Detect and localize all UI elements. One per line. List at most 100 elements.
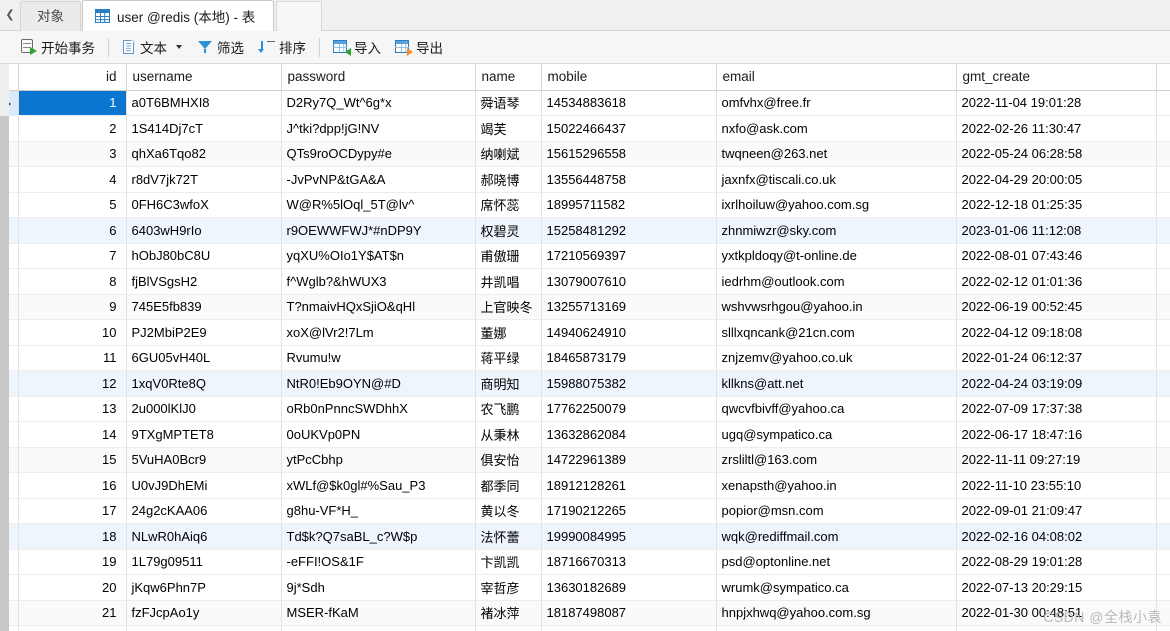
- column-header-gmt-create[interactable]: gmt_create: [956, 64, 1157, 91]
- filter-button[interactable]: 筛选: [190, 35, 251, 59]
- cell-password[interactable]: xoX@lVr2!7Lm: [281, 319, 476, 346]
- cell-email[interactable]: zrsliltl@163.com: [716, 447, 957, 473]
- cell-id[interactable]: 6: [18, 217, 127, 244]
- cell-password[interactable]: ytPcCbhp: [281, 447, 476, 473]
- cell-name[interactable]: 宰哲彦: [475, 574, 542, 601]
- cell-gmt-create[interactable]: 2022-11-10 23:55:10: [956, 472, 1157, 499]
- table-row[interactable]: 10 PJ2MbiP2E9 xoX@lVr2!7Lm 董娜 14940624910 sll…: [0, 319, 1170, 346]
- table-row[interactable]: 1 a0T6BMHXI8 D2Ry7Q_Wt^6g*x 舜语琴 14534883618 o…: [0, 90, 1170, 116]
- cell-gmt-create[interactable]: 2022-04-29 20:00:05: [956, 166, 1157, 193]
- cell-username[interactable]: NLwR0hAiq6: [126, 523, 282, 550]
- cell-password[interactable]: -eFFI!OS&1F: [281, 549, 476, 575]
- cell-name[interactable]: 褚冰萍: [475, 600, 542, 626]
- cell-username[interactable]: 24g2cKAA06: [126, 498, 282, 524]
- cell-email[interactable]: ekcigibgi@yandex.ru: [716, 625, 957, 631]
- cell-email[interactable]: nxfo@ask.com: [716, 115, 957, 142]
- cell-gmt-create[interactable]: 2022-06-19 00:52:45: [956, 294, 1157, 320]
- cell-gmt-create[interactable]: 2022-01-16 00:47:52: [956, 625, 1157, 631]
- cell-password[interactable]: r9OEWWFWJ*#nDP9Y: [281, 217, 476, 244]
- cell-email[interactable]: twqneen@263.net: [716, 141, 957, 167]
- cell-mobile[interactable]: 15615296558: [541, 141, 717, 167]
- cell-gmt-create[interactable]: 2023-01-06 11:12:08: [956, 217, 1157, 244]
- table-row[interactable]: 2 1S414Dj7cT J^tki?dpp!jG!NV 竭芙 15022466437 n…: [0, 115, 1170, 142]
- cell-username[interactable]: fzFJcpAo1y: [126, 600, 282, 626]
- table-row[interactable]: 4 r8dV7jk72T -JvPvNP&tGA&A 郝晓博 13556448758 ja…: [0, 166, 1170, 193]
- cell-username[interactable]: 6GU05vH40L: [126, 345, 282, 371]
- cell-id[interactable]: 14: [18, 421, 127, 448]
- cell-mobile[interactable]: 18187498087: [541, 600, 717, 626]
- cell-username[interactable]: U0vJ9DhEMi: [126, 472, 282, 499]
- cell-username[interactable]: 1L79g09511: [126, 549, 282, 575]
- cell-mobile[interactable]: 15258481292: [541, 217, 717, 244]
- cell-id[interactable]: 12: [18, 370, 127, 397]
- cell-username[interactable]: 9TXgMPTET8: [126, 421, 282, 448]
- cell-username[interactable]: 1xqV0Rte8Q: [126, 370, 282, 397]
- cell-email[interactable]: yxtkpldoqy@t-online.de: [716, 243, 957, 269]
- cell-email[interactable]: popior@msn.com: [716, 498, 957, 524]
- cell-mobile[interactable]: 18716670313: [541, 549, 717, 575]
- cell-name[interactable]: 俱安怡: [475, 447, 542, 473]
- cell-password[interactable]: NtR0!Eb9OYN@#D: [281, 370, 476, 397]
- cell-name[interactable]: 舜语琴: [475, 90, 542, 116]
- cell-name[interactable]: 竭芙: [475, 115, 542, 142]
- table-row[interactable]: 17 24g2cKAA06 g8hu-VF*H_ 黄以冬 17190212265 popi…: [0, 498, 1170, 524]
- table-row[interactable]: 18 NLwR0hAiq6 Td$k?Q7saBL_c?W$p 法怀蕾 19990084…: [0, 523, 1170, 550]
- cell-password[interactable]: W@R%5lOql_5T@lv^: [281, 192, 476, 218]
- column-header-mobile[interactable]: mobile: [541, 64, 717, 91]
- table-row[interactable]: 15 5VuHA0Bcr9 ytPcCbhp 俱安怡 14722961389 zrslil…: [0, 447, 1170, 473]
- cell-mobile[interactable]: 18465873179: [541, 345, 717, 371]
- import-button[interactable]: 导入: [326, 35, 388, 59]
- table-row[interactable]: 13 2u000lKlJ0 oRb0nPnncSWDhhX 农飞鹏 1776225007…: [0, 396, 1170, 422]
- cell-id[interactable]: 5: [18, 192, 127, 218]
- cell-id[interactable]: 10: [18, 319, 127, 346]
- cell-mobile[interactable]: 13630182689: [541, 574, 717, 601]
- cell-username[interactable]: qhXa6Tqo82: [126, 141, 282, 167]
- cell-email[interactable]: znjzemv@yahoo.co.uk: [716, 345, 957, 371]
- export-button[interactable]: 导出: [388, 35, 450, 59]
- cell-email[interactable]: ugq@sympatico.ca: [716, 421, 957, 448]
- cell-password[interactable]: yqXU%OIo1Y$AT$n: [281, 243, 476, 269]
- cell-name[interactable]: 纳喇斌: [475, 141, 542, 167]
- table-row[interactable]: 19 1L79g09511 -eFFI!OS&1F 卞凯凯 18716670313 psd…: [0, 549, 1170, 575]
- cell-password[interactable]: QTs9roOCDypy#e: [281, 141, 476, 167]
- cell-email[interactable]: wqk@rediffmail.com: [716, 523, 957, 550]
- cell-mobile[interactable]: 15988075382: [541, 370, 717, 397]
- cell-id[interactable]: 9: [18, 294, 127, 320]
- cell-gmt-create[interactable]: 2022-04-12 09:18:08: [956, 319, 1157, 346]
- cell-name[interactable]: 权碧灵: [475, 217, 542, 244]
- cell-id[interactable]: 13: [18, 396, 127, 422]
- cell-id[interactable]: 7: [18, 243, 127, 269]
- cell-id[interactable]: 8: [18, 268, 127, 295]
- cell-gmt-create[interactable]: 2022-02-16 04:08:02: [956, 523, 1157, 550]
- column-header-name[interactable]: name: [475, 64, 542, 91]
- cell-email[interactable]: slllxqncank@21cn.com: [716, 319, 957, 346]
- table-row[interactable]: 5 0FH6C3wfoX W@R%5lOql_5T@lv^ 席怀蕊 1899571158…: [0, 192, 1170, 218]
- cell-mobile[interactable]: 13556448758: [541, 166, 717, 193]
- begin-transaction-button[interactable]: 开始事务: [14, 35, 102, 59]
- table-row[interactable]: 12 1xqV0Rte8Q NtR0!Eb9OYN@#D 商明知 15988075382…: [0, 370, 1170, 397]
- column-header-email[interactable]: email: [716, 64, 957, 91]
- cell-gmt-create[interactable]: 2022-02-12 01:01:36: [956, 268, 1157, 295]
- cell-mobile[interactable]: 14534883618: [541, 90, 717, 116]
- cell-email[interactable]: xenapsth@yahoo.in: [716, 472, 957, 499]
- text-button[interactable]: 文本: [115, 35, 190, 59]
- cell-password[interactable]: 9j*Sdh: [281, 574, 476, 601]
- cell-mobile[interactable]: 18912128261: [541, 472, 717, 499]
- tab-scroll-left-button[interactable]: ❮: [0, 0, 20, 30]
- tab-objects[interactable]: 对象: [20, 1, 81, 31]
- cell-gmt-create[interactable]: 2022-08-29 19:01:28: [956, 549, 1157, 575]
- column-header-password[interactable]: password: [281, 64, 476, 91]
- cell-name[interactable]: 法怀蕾: [475, 523, 542, 550]
- cell-gmt-create[interactable]: 2022-07-09 17:37:38: [956, 396, 1157, 422]
- cell-name[interactable]: 上官映冬: [475, 294, 542, 320]
- column-header-username[interactable]: username: [126, 64, 282, 91]
- cell-password[interactable]: k_lS&023p0hA9v8088: [281, 625, 476, 631]
- cell-name[interactable]: 董娜: [475, 319, 542, 346]
- table-row[interactable]: 6 6403wH9rIo r9OEWWFWJ*#nDP9Y 权碧灵 1525848129…: [0, 217, 1170, 244]
- cell-name[interactable]: 蒋平绿: [475, 345, 542, 371]
- cell-username[interactable]: 6403wH9rIo: [126, 217, 282, 244]
- cell-username[interactable]: r8dV7jk72T: [126, 166, 282, 193]
- cell-mobile[interactable]: 19990084995: [541, 523, 717, 550]
- table-row[interactable]: 9 745E5fb839 T?nmaivHQxSjiO&qHl 上官映冬 1325571…: [0, 294, 1170, 320]
- cell-username[interactable]: 1S414Dj7cT: [126, 115, 282, 142]
